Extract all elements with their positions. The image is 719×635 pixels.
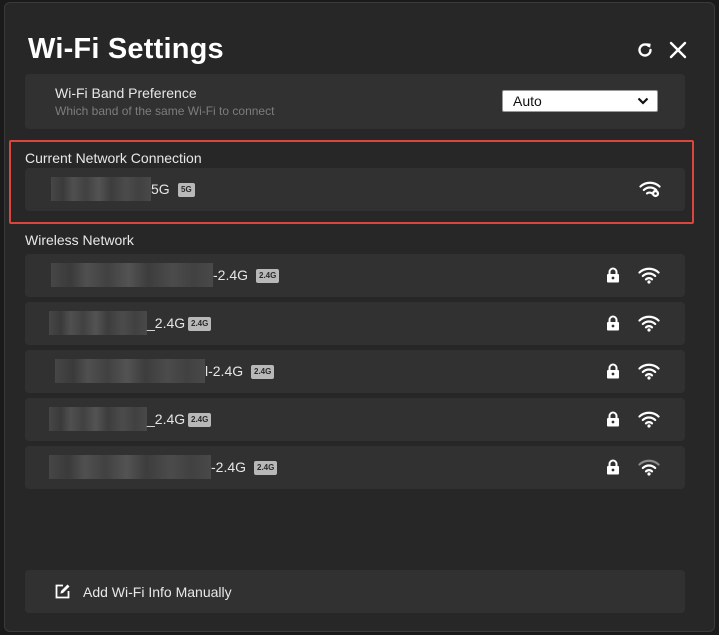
current-network-label: Current Network Connection <box>25 150 202 166</box>
current-network-row[interactable]: 5G 5G <box>25 168 685 211</box>
wireless-network-row[interactable]: _2.4G 2.4G <box>25 302 685 345</box>
redacted-network-name <box>49 455 211 479</box>
add-wifi-manually-button[interactable]: Add Wi-Fi Info Manually <box>25 570 685 613</box>
redacted-network-name <box>49 311 147 335</box>
lock-icon <box>606 267 620 283</box>
wireless-network-label: Wireless Network <box>25 232 134 248</box>
wifi-signal-icon <box>638 314 660 332</box>
lock-icon <box>606 315 620 331</box>
refresh-button[interactable] <box>634 39 656 61</box>
band-badge: 5G <box>178 183 195 197</box>
network-name: 5G <box>151 181 170 197</box>
band-preference-value: Auto <box>513 93 542 109</box>
close-button[interactable] <box>667 39 689 61</box>
redacted-network-name <box>51 177 151 201</box>
network-name: -2.4G <box>213 267 249 283</box>
network-name: -2.4G <box>211 459 247 475</box>
chevron-down-icon <box>637 97 649 105</box>
wifi-connected-icon <box>639 180 661 198</box>
band-preference-title: Wi-Fi Band Preference <box>55 85 197 101</box>
edit-icon <box>55 584 70 599</box>
wifi-settings-panel: Wi-Fi Settings Wi-Fi Band Preference Whi… <box>4 2 715 632</box>
lock-icon <box>606 459 620 475</box>
lock-icon <box>606 411 620 427</box>
close-icon <box>669 41 687 59</box>
wifi-signal-medium-icon <box>638 458 660 476</box>
page-title: Wi-Fi Settings <box>28 33 224 65</box>
band-badge: 2.4G <box>188 317 212 331</box>
band-badge: 2.4G <box>251 365 275 379</box>
redacted-network-name <box>49 407 147 431</box>
add-wifi-manually-label: Add Wi-Fi Info Manually <box>83 584 232 600</box>
network-name: l-2.4G <box>205 363 244 379</box>
wireless-network-row[interactable]: l-2.4G 2.4G <box>25 350 685 393</box>
wireless-network-row[interactable]: -2.4G 2.4G <box>25 446 685 489</box>
band-preference-card: Wi-Fi Band Preference Which band of the … <box>25 74 685 129</box>
wireless-network-row[interactable]: _2.4G 2.4G <box>25 398 685 441</box>
refresh-icon <box>638 43 652 57</box>
band-badge: 2.4G <box>256 269 280 283</box>
redacted-network-name <box>55 359 205 383</box>
wifi-signal-icon <box>638 410 660 428</box>
network-name: _2.4G <box>147 315 186 331</box>
band-preference-select[interactable]: Auto <box>502 90 658 112</box>
wireless-network-row[interactable]: -2.4G 2.4G <box>25 254 685 297</box>
band-badge: 2.4G <box>254 461 278 475</box>
band-badge: 2.4G <box>188 413 212 427</box>
network-name: _2.4G <box>147 411 186 427</box>
redacted-network-name <box>51 263 213 287</box>
band-preference-subtitle: Which band of the same Wi-Fi to connect <box>55 104 275 118</box>
wifi-signal-icon <box>638 266 660 284</box>
lock-icon <box>606 363 620 379</box>
wifi-signal-icon <box>638 362 660 380</box>
